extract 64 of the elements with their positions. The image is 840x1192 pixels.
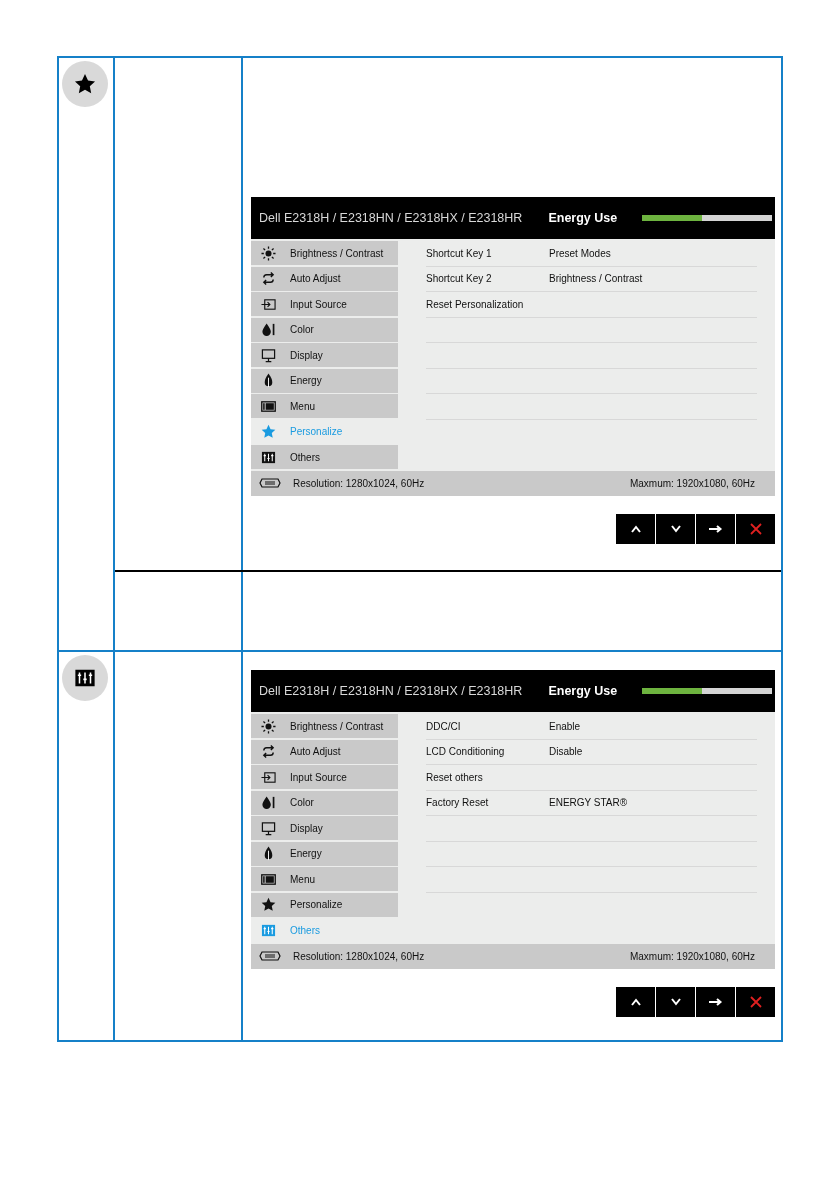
menu-item[interactable]: Auto Adjust (251, 739, 398, 764)
menu-item[interactable]: Auto Adjust (251, 266, 398, 291)
star-icon (261, 897, 276, 912)
paint-drop-icon (261, 795, 276, 810)
close-button[interactable] (736, 513, 775, 544)
right-arrow-button[interactable] (696, 513, 735, 544)
menu-item[interactable]: Display (251, 343, 398, 367)
menu-window-icon (261, 398, 276, 414)
setting-label[interactable]: Factory Reset (426, 795, 549, 811)
setting-label[interactable]: DDC/CI (426, 718, 549, 734)
right-arrow-button[interactable] (696, 986, 735, 1017)
sun-icon (261, 718, 276, 734)
osd-title: Dell E2318H / E2318HN / E2318HX / E2318HR (259, 682, 524, 700)
energy-label: Energy Use (548, 209, 619, 227)
menu-item[interactable]: Energy (251, 841, 398, 866)
close-icon (747, 993, 764, 1010)
setting-label[interactable]: Shortcut Key 2 (426, 271, 549, 287)
menu-item[interactable]: Color (251, 790, 398, 815)
resolution-text: Resolution: 1280x1024, 60Hz (293, 949, 425, 964)
menu-item[interactable]: Display (251, 816, 398, 840)
resolution-text: Resolution: 1280x1024, 60Hz (293, 476, 425, 491)
cycle-arrows-icon (261, 744, 276, 759)
sliders-icon (74, 667, 96, 689)
menu-item[interactable]: Energy (251, 368, 398, 393)
star-icon (261, 424, 276, 439)
paint-drop-icon (261, 322, 276, 337)
down-button[interactable] (656, 986, 695, 1017)
connector-icon (259, 478, 281, 488)
menu-item[interactable]: Others (251, 445, 398, 469)
menu-window-icon (261, 871, 276, 887)
setting-label[interactable]: Shortcut Key 1 (426, 245, 549, 261)
close-button[interactable] (736, 986, 775, 1017)
maximum-resolution-text: Maxmum: 1920x1080, 60Hz (629, 949, 755, 964)
monitor-icon (261, 347, 276, 363)
menu-item[interactable]: Menu (251, 867, 398, 891)
sliders-icon (261, 449, 276, 465)
maximum-resolution-text: Maxmum: 1920x1080, 60Hz (629, 476, 755, 491)
up-button[interactable] (616, 986, 655, 1017)
menu-item[interactable]: Input Source (251, 292, 398, 316)
osd-title: Dell E2318H / E2318HN / E2318HX / E2318HR (259, 209, 524, 227)
star-icon (74, 73, 96, 95)
menu-item[interactable]: Color (251, 317, 398, 342)
setting-value: Preset Modes (549, 246, 611, 261)
monitor-icon (261, 820, 276, 836)
menu-item[interactable]: Brightness / Contrast (251, 241, 398, 265)
menu-item[interactable]: Input Source (251, 765, 398, 789)
setting-value: Enable (549, 719, 581, 734)
setting-label[interactable]: LCD Conditioning (426, 744, 549, 760)
setting-label[interactable]: Reset Personalization (426, 296, 549, 312)
close-icon (747, 520, 764, 537)
setting-value: Disable (549, 745, 583, 760)
up-button[interactable] (616, 513, 655, 544)
setting-label[interactable]: Reset others (426, 769, 549, 785)
menu-item[interactable]: Brightness / Contrast (251, 714, 398, 738)
connector-icon (259, 951, 281, 961)
menu-item[interactable]: Menu (251, 394, 398, 418)
energy-label: Energy Use (548, 682, 619, 700)
cycle-arrows-icon (261, 271, 276, 286)
sliders-icon (261, 922, 276, 938)
setting-value: Brightness / Contrast (549, 272, 643, 287)
menu-item[interactable]: Personalize (251, 892, 398, 917)
down-button[interactable] (656, 513, 695, 544)
sun-icon (261, 245, 276, 261)
setting-value: ENERGY STAR® (549, 796, 628, 811)
